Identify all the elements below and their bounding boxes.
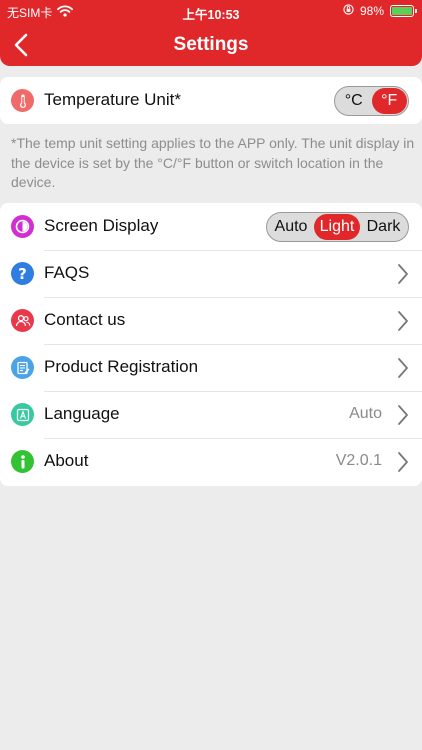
screen-display-toggle[interactable]: Auto Light Dark xyxy=(266,212,409,242)
language-label: Language xyxy=(44,404,120,423)
header-bar: 无SIM卡 上午10:53 98% Settings xyxy=(0,0,422,66)
chevron-right-icon xyxy=(398,405,408,425)
info-icon xyxy=(11,450,34,473)
celsius-option[interactable]: °C xyxy=(336,88,372,114)
temperature-row: Temperature Unit* °C °F xyxy=(0,77,422,124)
settings-list-card: Screen Display Auto Light Dark ? FAQS Co… xyxy=(0,203,422,486)
screen-auto-option[interactable]: Auto xyxy=(268,214,314,240)
about-version: V2.0.1 xyxy=(335,452,382,469)
faqs-row[interactable]: ? FAQS xyxy=(0,250,422,297)
screen-display-label: Screen Display xyxy=(44,216,159,235)
temperature-card: Temperature Unit* °C °F xyxy=(0,77,422,124)
screen-light-option[interactable]: Light xyxy=(314,214,360,240)
temperature-unit-toggle[interactable]: °C °F xyxy=(334,86,409,116)
language-icon xyxy=(11,403,34,426)
chevron-right-icon xyxy=(398,452,408,472)
temperature-note: *The temp unit setting applies to the AP… xyxy=(11,135,415,190)
fahrenheit-option[interactable]: °F xyxy=(371,88,407,114)
temperature-unit-label: Temperature Unit* xyxy=(44,90,182,109)
chevron-right-icon xyxy=(398,358,408,378)
brightness-icon xyxy=(11,215,34,238)
about-label: About xyxy=(44,451,89,470)
contact-us-label: Contact us xyxy=(44,310,126,329)
chevron-right-icon xyxy=(398,264,408,284)
battery-icon xyxy=(390,5,417,17)
question-icon: ? xyxy=(11,262,34,285)
registration-icon xyxy=(11,356,34,379)
battery-percent: 98% xyxy=(359,4,384,18)
screen-dark-option[interactable]: Dark xyxy=(360,214,407,240)
product-registration-row[interactable]: Product Registration xyxy=(0,344,422,391)
page-title: Settings xyxy=(173,34,249,55)
status-bar: 无SIM卡 上午10:53 98% xyxy=(0,0,422,22)
battery-level xyxy=(392,7,412,15)
contacts-icon xyxy=(11,309,34,332)
orientation-lock-icon xyxy=(343,4,354,18)
thermometer-icon xyxy=(11,89,34,112)
screen-display-row: Screen Display Auto Light Dark xyxy=(0,203,422,250)
contact-us-row[interactable]: Contact us xyxy=(0,297,422,344)
language-row[interactable]: Language Auto xyxy=(0,391,422,438)
chevron-right-icon xyxy=(398,311,408,331)
faqs-label: FAQS xyxy=(44,263,90,282)
about-row[interactable]: About V2.0.1 xyxy=(0,438,422,485)
product-registration-label: Product Registration xyxy=(44,357,199,376)
language-value: Auto xyxy=(349,405,382,422)
